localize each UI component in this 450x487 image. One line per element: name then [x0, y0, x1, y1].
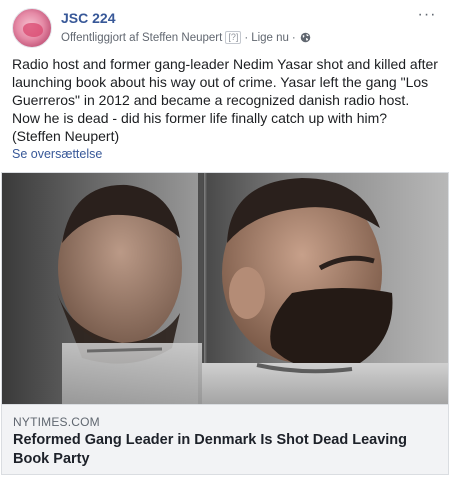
- page-avatar[interactable]: [12, 8, 52, 48]
- link-preview-card[interactable]: NYTIMES.COM Reformed Gang Leader in Denm…: [1, 172, 449, 475]
- link-domain: NYTIMES.COM: [13, 415, 100, 429]
- more-options-icon[interactable]: ···: [416, 7, 438, 24]
- post-text-line: Radio host and former gang-leader Nedim …: [12, 56, 438, 108]
- page-name-link[interactable]: JSC 224: [61, 10, 115, 26]
- help-marker[interactable]: [?]: [225, 31, 242, 44]
- post-text-line: (Steffen Neupert): [12, 128, 120, 144]
- globe-icon: [300, 32, 311, 43]
- see-translation-link[interactable]: Se oversættelse: [12, 147, 102, 161]
- published-by-text[interactable]: Offentliggjort af Steffen Neupert: [61, 32, 222, 44]
- post-text-line: Now he is dead - did his former life fin…: [12, 110, 388, 126]
- meta-separator: ·: [244, 31, 249, 44]
- post-header: JSC 224 Offentliggjort af Steffen Neuper…: [12, 7, 438, 48]
- link-title[interactable]: Reformed Gang Leader in Denmark Is Shot …: [13, 431, 441, 469]
- link-preview-image[interactable]: [2, 173, 448, 404]
- link-preview-caption[interactable]: NYTIMES.COM Reformed Gang Leader in Denm…: [2, 404, 448, 474]
- meta-separator-2: ·: [291, 31, 296, 44]
- post-body: Radio host and former gang-leader Nedim …: [12, 55, 438, 145]
- post-timestamp[interactable]: Lige nu: [251, 32, 289, 44]
- facebook-post: JSC 224 Offentliggjort af Steffen Neuper…: [0, 0, 450, 487]
- post-meta: Offentliggjort af Steffen Neupert [?] · …: [61, 31, 311, 44]
